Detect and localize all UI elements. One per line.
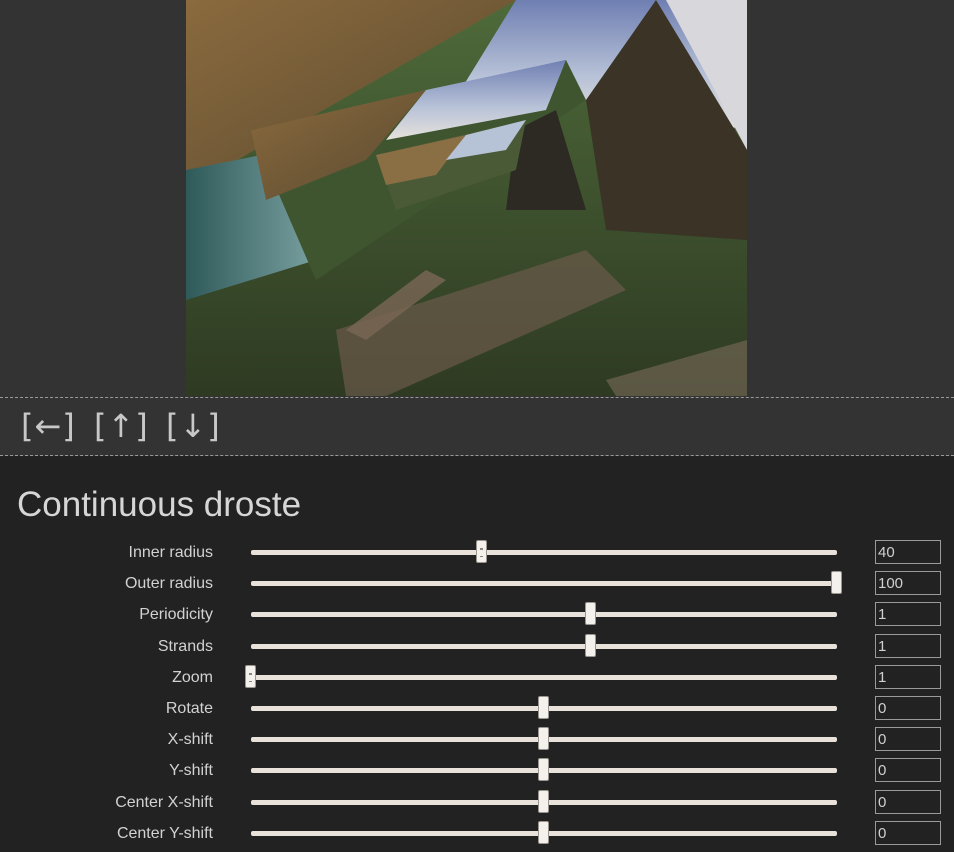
slider-track[interactable] [251, 758, 837, 781]
up-button[interactable]: [↑] [94, 398, 149, 455]
control-row: Y-shift [0, 755, 954, 786]
control-label: Strands [157, 638, 213, 655]
slider-handle[interactable] [831, 571, 842, 594]
control-label: Periodicity [139, 606, 213, 623]
slider-handle[interactable] [245, 665, 256, 688]
navigation-toolbar: [←] [↑] [↓] [0, 398, 954, 456]
slider-track[interactable] [251, 602, 837, 625]
value-input[interactable] [875, 758, 941, 782]
value-input[interactable] [875, 727, 941, 751]
value-input[interactable] [875, 790, 941, 814]
slider-track[interactable] [251, 634, 837, 657]
up-arrow-icon: [↑] [94, 407, 149, 445]
slider-track[interactable] [251, 540, 837, 563]
control-label: X-shift [167, 731, 213, 748]
control-row: Zoom [0, 662, 954, 693]
value-input[interactable] [875, 602, 941, 626]
preview-area [0, 0, 954, 398]
slider-handle[interactable] [538, 790, 549, 813]
value-input[interactable] [875, 571, 941, 595]
down-button[interactable]: [↓] [166, 398, 221, 455]
value-input[interactable] [875, 821, 941, 845]
control-label: Center X-shift [115, 794, 213, 811]
slider-handle[interactable] [584, 602, 596, 625]
control-row: Center Y-shift [0, 818, 954, 849]
control-row: Strands [0, 631, 954, 662]
slider-handle[interactable] [476, 540, 488, 563]
control-row: Inner radius [0, 537, 954, 568]
slider-handle[interactable] [538, 696, 549, 719]
control-label: Zoom [172, 669, 213, 686]
slider-track[interactable] [251, 790, 837, 813]
panel-title: Continuous droste [17, 485, 302, 524]
slider-handle[interactable] [538, 758, 549, 781]
control-row: Outer radius [0, 568, 954, 599]
slider-track[interactable] [245, 665, 837, 688]
value-input[interactable] [875, 634, 941, 658]
control-row: X-shift [0, 724, 954, 755]
control-label: Y-shift [169, 762, 213, 779]
droste-preview-image[interactable] [186, 0, 747, 396]
slider-handle[interactable] [584, 634, 596, 657]
down-arrow-icon: [↓] [166, 407, 221, 445]
control-row: Rotate [0, 693, 954, 724]
control-label: Inner radius [128, 544, 214, 561]
left-arrow-icon: [←] [21, 407, 76, 445]
slider-handle[interactable] [538, 727, 549, 750]
back-button[interactable]: [←] [21, 398, 76, 455]
control-label: Outer radius [124, 575, 213, 592]
value-input[interactable] [875, 540, 941, 564]
control-row: Periodicity [0, 599, 954, 630]
slider-track[interactable] [251, 571, 842, 594]
control-label: Center Y-shift [116, 825, 213, 842]
control-row: Center X-shift [0, 787, 954, 818]
slider-handle[interactable] [538, 821, 549, 844]
slider-track[interactable] [251, 696, 837, 719]
control-label: Rotate [165, 700, 213, 717]
slider-track[interactable] [251, 821, 837, 844]
slider-track[interactable] [251, 727, 837, 750]
value-input[interactable] [875, 696, 941, 720]
value-input[interactable] [875, 665, 941, 689]
